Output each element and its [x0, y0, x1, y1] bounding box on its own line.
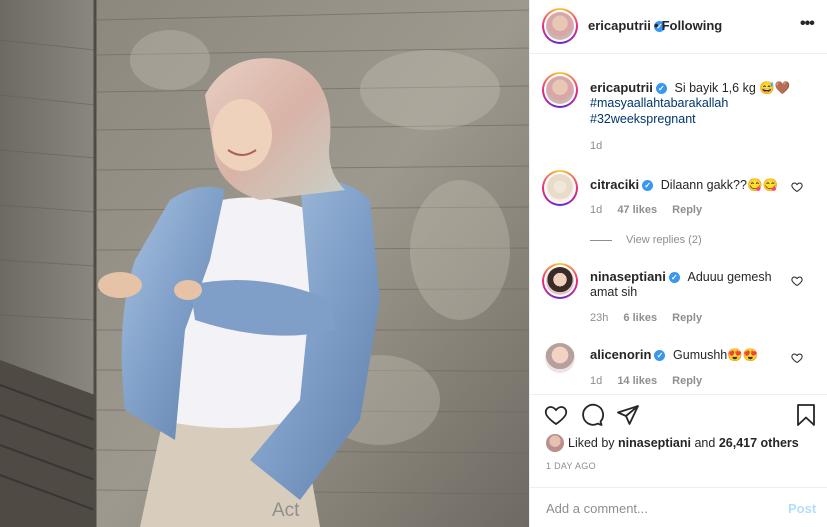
caption-text: Si bayik 1,6 kg 😅🤎	[674, 81, 791, 95]
verified-badge-icon: ✓	[655, 83, 667, 94]
hashtag-link[interactable]: #masyaallahtabarakallah	[590, 96, 728, 110]
comment-text: Dilaann gakk??😋😋	[660, 178, 779, 192]
follow-status[interactable]: • Following	[654, 18, 722, 33]
view-replies-button[interactable]: View replies (2)	[590, 234, 702, 246]
post-header: ericaputrii ✓ • Following •••	[530, 0, 827, 54]
comment-like-heart-icon[interactable]	[791, 275, 803, 287]
photo-illustration	[0, 0, 529, 527]
likes-summary[interactable]: Liked by ninaseptiani and 26,417 others	[568, 436, 799, 450]
comment-avatar[interactable]	[542, 170, 578, 206]
author-avatar[interactable]	[542, 8, 578, 44]
bookmark-icon[interactable]	[794, 403, 818, 427]
comment-icon[interactable]	[580, 403, 604, 427]
share-icon[interactable]	[616, 403, 640, 427]
comment-username[interactable]: alicenorin ✓ Gumushh😍😍	[590, 347, 758, 363]
comment-text-continued: amat sih	[590, 285, 638, 299]
os-activation-watermark: Act	[272, 500, 300, 521]
verified-badge-icon: ✓	[668, 272, 680, 283]
comment-meta: 1d 47 likes Reply	[590, 204, 703, 216]
post-button[interactable]: Post	[788, 501, 816, 516]
comment-meta: 1d 14 likes Reply	[590, 375, 703, 387]
separator-dot: •	[654, 18, 659, 33]
heart-icon[interactable]	[544, 403, 568, 427]
liker-avatar[interactable]	[546, 434, 564, 452]
caption-avatar[interactable]	[542, 72, 578, 108]
comment-like-heart-icon[interactable]	[791, 181, 803, 193]
comment-input[interactable]: Add a comment...	[546, 501, 648, 516]
more-options-icon[interactable]: •••	[800, 15, 815, 33]
comment-avatar[interactable]	[545, 343, 575, 373]
verified-badge-icon: ✓	[654, 350, 666, 361]
comment-username[interactable]: ninaseptiani ✓ Aduuu gemesh	[590, 269, 772, 284]
actions-divider	[530, 394, 827, 395]
comment-avatar[interactable]	[542, 263, 578, 299]
hashtag-link[interactable]: #32weekspregnant	[590, 112, 696, 126]
comment-meta: 23h 6 likes Reply	[590, 312, 703, 324]
comment-text: Gumushh😍😍	[673, 348, 759, 362]
comment-composer: Add a comment... Post	[530, 487, 827, 527]
comment-username[interactable]: citraciki ✓ Dilaann gakk??😋😋	[590, 177, 778, 193]
post-timestamp[interactable]: 1 DAY AGO	[546, 461, 596, 471]
post-details-panel: ericaputrii ✓ • Following ••• ericaputrii ✓…	[529, 0, 827, 527]
verified-badge-icon: ✓	[642, 180, 654, 191]
divider-line	[590, 239, 612, 241]
comment-text: Aduuu gemesh	[687, 270, 772, 284]
caption-timestamp[interactable]: 1d	[590, 140, 602, 152]
comment-like-heart-icon[interactable]	[791, 352, 803, 364]
post-photo[interactable]	[0, 0, 529, 527]
caption-username[interactable]: ericaputrii ✓ Si bayik 1,6 kg 😅🤎	[590, 80, 790, 96]
